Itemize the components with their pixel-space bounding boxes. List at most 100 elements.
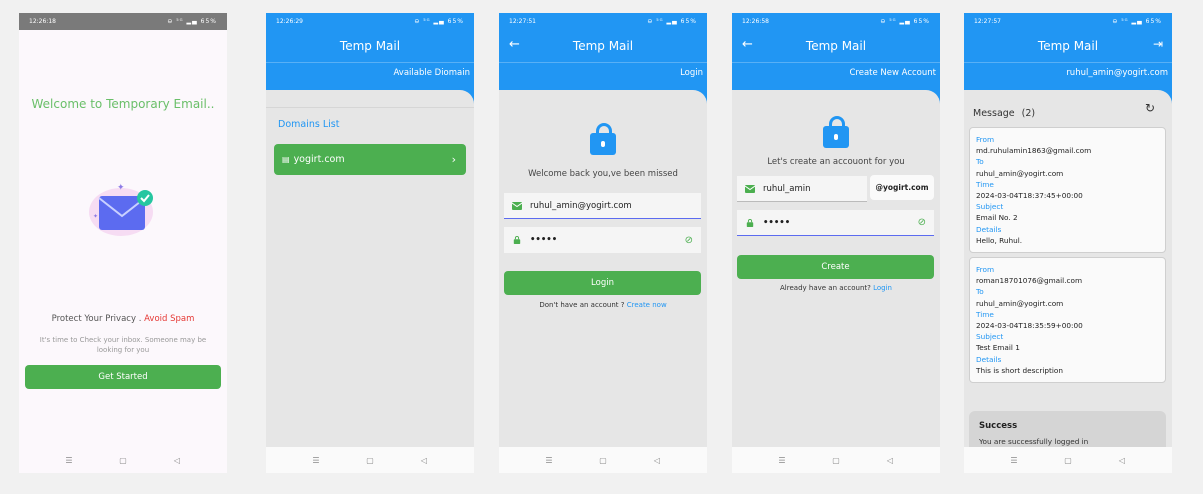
app-bar: ← Temp Mail [499, 30, 707, 62]
status-icons: ⊖ ⁵ᴳ ▂▄ 65% [414, 18, 464, 25]
username-field[interactable]: ruhul_amin [737, 176, 867, 202]
details-value: Hello, Ruhul. [976, 235, 1023, 245]
sub-header-title: Available Diomain [393, 68, 470, 78]
menu-nav-icon[interactable]: ☰ [1007, 456, 1021, 465]
screen-create-account: 12:26:58 ⊖ ⁵ᴳ ▂▄ 65% ← Temp Mail Create … [732, 13, 940, 473]
chevron-right-icon: › [451, 153, 456, 166]
sub-header-title: Create New Account [849, 68, 936, 78]
screen-domains: 12:26:29 ⊖ ⁵ᴳ ▂▄ 65% Temp Mail Available… [266, 13, 474, 473]
refresh-icon[interactable]: ↻ [1145, 101, 1155, 115]
password-value: ••••• [530, 235, 558, 245]
password-field[interactable]: ••••• ⊘ [504, 227, 701, 253]
email-field[interactable]: ruhul_amin@yogirt.com [504, 193, 701, 219]
status-icons: ⊖ ⁵ᴳ ▂▄ 65% [167, 18, 217, 25]
login-button[interactable]: Login [504, 271, 701, 295]
visibility-off-icon[interactable]: ⊘ [685, 235, 693, 246]
lock-icon [823, 116, 849, 148]
back-arrow-icon[interactable]: ← [742, 37, 753, 52]
lock-icon [590, 123, 616, 155]
status-icons: ⊖ ⁵ᴳ ▂▄ 65% [647, 18, 697, 25]
password-field[interactable]: ••••• ⊘ [737, 210, 934, 236]
login-link[interactable]: Login [873, 284, 892, 292]
app-title: Temp Mail [572, 39, 634, 53]
menu-nav-icon[interactable]: ☰ [775, 456, 789, 465]
have-account-text: Already have an account? [780, 284, 871, 292]
domain-suffix-chip[interactable]: @yogirt.com [870, 175, 934, 200]
app-title: Temp Mail [1037, 39, 1099, 53]
login-prompt: Already have an account? Login [732, 284, 940, 292]
time-value: 2024-03-04T18:37:45+00:00 [976, 191, 1083, 201]
subject-label: Subject [976, 202, 1004, 212]
to-value: ruhul_amin@yogirt.com [976, 298, 1064, 308]
username-value: ruhul_amin [763, 183, 811, 194]
toast-message: You are successfully logged in [979, 437, 1089, 446]
back-nav-icon[interactable]: ◁ [883, 456, 897, 465]
messages-label: Message [973, 108, 1015, 119]
privacy-text: Protect Your Privacy . [51, 314, 142, 324]
menu-nav-icon[interactable]: ☰ [542, 456, 556, 465]
header-curve [677, 90, 707, 104]
get-started-button[interactable]: Get Started [25, 365, 221, 389]
status-time: 12:27:51 [509, 18, 536, 25]
home-nav-icon[interactable]: ▢ [116, 456, 130, 465]
create-button[interactable]: Create [737, 255, 934, 279]
status-bar: 12:27:57 ⊖ ⁵ᴳ ▂▄ 65% [964, 13, 1172, 30]
time-label: Time [976, 309, 994, 319]
status-time: 12:26:18 [29, 18, 56, 25]
toast-title: Success [979, 421, 1018, 431]
signup-prompt: Don't have an account ? Create now [499, 301, 707, 309]
current-account-email: ruhul_amin@yogirt.com [1066, 68, 1168, 78]
back-nav-icon[interactable]: ◁ [650, 456, 664, 465]
visibility-off-icon[interactable]: ⊘ [918, 217, 926, 228]
details-label: Details [976, 224, 1002, 234]
home-nav-icon[interactable]: ▢ [363, 456, 377, 465]
lock-field-icon [513, 236, 521, 244]
message-card[interactable]: From md.ruhulamin1863@gmail.com To ruhul… [969, 127, 1166, 254]
app-title: Temp Mail [805, 39, 867, 53]
time-value: 2024-03-04T18:35:59+00:00 [976, 321, 1083, 331]
status-bar: 12:26:18 ⊖ ⁵ᴳ ▂▄ 65% [19, 13, 227, 30]
screen-login: 12:27:51 ⊖ ⁵ᴳ ▂▄ 65% ← Temp Mail Login W… [499, 13, 707, 473]
message-card[interactable]: From roman18701076@gmail.com To ruhul_am… [969, 257, 1166, 384]
app-bar: ← Temp Mail [732, 30, 940, 62]
divider [266, 107, 474, 108]
welcome-title: Welcome to Temporary Email.. [31, 97, 215, 111]
building-icon: ▤ [282, 155, 290, 164]
email-illustration-icon: ✦ ✦ [89, 183, 153, 236]
back-nav-icon[interactable]: ◁ [417, 456, 431, 465]
home-nav-icon[interactable]: ▢ [1061, 456, 1075, 465]
sub-header: Available Diomain [266, 62, 474, 104]
domain-item[interactable]: ▤ yogirt.com › [274, 144, 466, 175]
status-bar: 12:27:51 ⊖ ⁵ᴳ ▂▄ 65% [499, 13, 707, 30]
home-nav-icon[interactable]: ▢ [829, 456, 843, 465]
password-value: ••••• [763, 217, 791, 228]
system-nav-bar: ☰ ▢ ◁ [964, 447, 1172, 473]
create-now-link[interactable]: Create now [627, 301, 667, 309]
menu-nav-icon[interactable]: ☰ [309, 456, 323, 465]
back-nav-icon[interactable]: ◁ [170, 456, 184, 465]
create-heading: Let's create an accouont for you [767, 157, 905, 167]
welcome-back-text: Welcome back you,ve been missed [528, 169, 678, 179]
details-value: This is short description [976, 365, 1064, 375]
email-icon [745, 184, 755, 193]
menu-nav-icon[interactable]: ☰ [62, 456, 76, 465]
status-time: 12:26:29 [276, 18, 303, 25]
sub-header-title: Login [680, 68, 703, 78]
status-icons: ⊖ ⁵ᴳ ▂▄ 65% [1112, 18, 1162, 25]
logout-icon[interactable]: ⇥ [1153, 37, 1163, 51]
sub-header: Login [499, 62, 707, 104]
details-label: Details [976, 354, 1002, 364]
back-arrow-icon[interactable]: ← [509, 37, 520, 52]
inbox-description: It's time to Check your inbox. Someone m… [39, 336, 207, 354]
svg-text:✦: ✦ [117, 183, 125, 193]
status-bar: 12:26:58 ⊖ ⁵ᴳ ▂▄ 65% [732, 13, 940, 30]
avoid-spam-text: Avoid Spam [144, 314, 195, 324]
system-nav-bar: ☰ ▢ ◁ [732, 447, 940, 473]
home-nav-icon[interactable]: ▢ [596, 456, 610, 465]
sub-header: Create New Account [732, 62, 940, 104]
system-nav-bar: ☰ ▢ ◁ [499, 447, 707, 473]
status-bar: 12:26:29 ⊖ ⁵ᴳ ▂▄ 65% [266, 13, 474, 30]
back-nav-icon[interactable]: ◁ [1115, 456, 1129, 465]
system-nav-bar: ☰ ▢ ◁ [266, 447, 474, 473]
no-account-text: Don't have an account ? [539, 301, 625, 309]
